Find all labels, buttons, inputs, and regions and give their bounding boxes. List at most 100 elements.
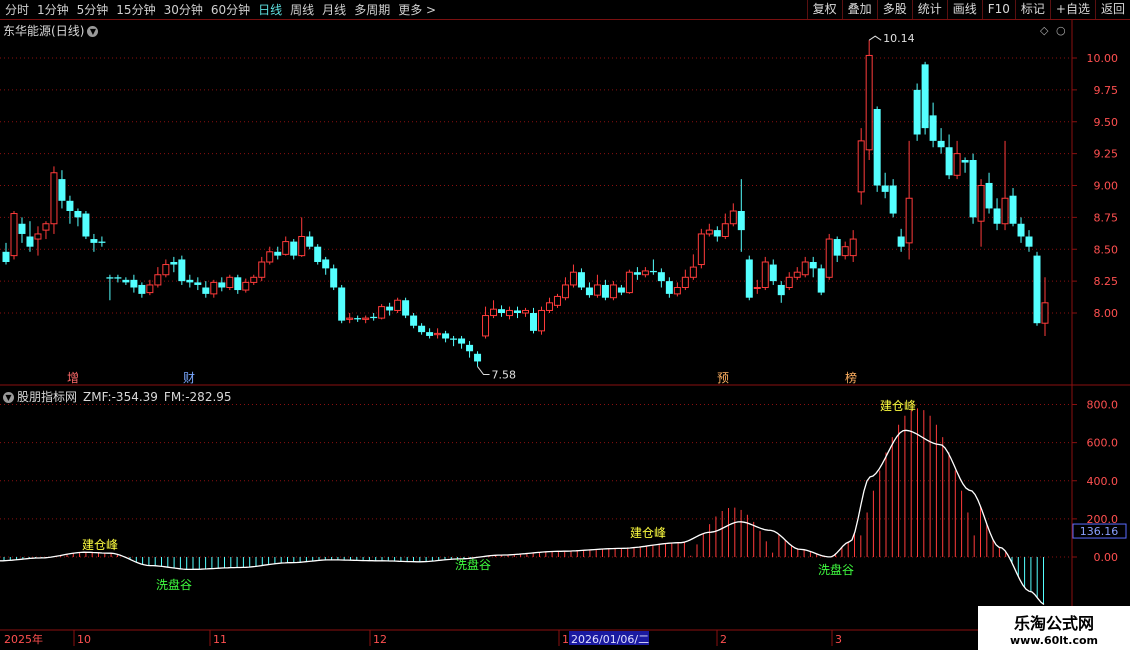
candle-body bbox=[969, 160, 977, 218]
candle-body bbox=[609, 284, 617, 299]
month-label-4: 2 bbox=[720, 633, 727, 646]
kline-chart[interactable]: 10.009.759.509.259.008.758.508.258.0010.… bbox=[0, 0, 1130, 650]
candle-body bbox=[865, 54, 873, 151]
candle-body bbox=[170, 262, 178, 265]
candle-body bbox=[561, 284, 569, 299]
candles-group bbox=[2, 40, 1049, 367]
candle-body bbox=[665, 281, 673, 294]
watermark-line2: www.60lt.com bbox=[1009, 634, 1099, 647]
candle-body bbox=[873, 109, 881, 186]
candle-body bbox=[713, 230, 721, 237]
candle-body bbox=[458, 338, 466, 344]
candle-body bbox=[801, 261, 809, 276]
candle-body bbox=[737, 211, 745, 231]
candle-body bbox=[657, 272, 665, 282]
candle-body bbox=[346, 317, 354, 320]
price-tick-label: 10.00 bbox=[1087, 52, 1119, 65]
candle-body bbox=[418, 325, 426, 333]
month-label-0: 10 bbox=[77, 633, 91, 646]
watermark-logo: 乐淘公式网 www.60lt.com bbox=[978, 606, 1130, 650]
candle-body bbox=[721, 223, 729, 237]
candle-body bbox=[90, 239, 98, 243]
candle-body bbox=[250, 276, 258, 283]
valley-annotation-2: 洗盘谷 bbox=[818, 562, 854, 577]
candle-body bbox=[266, 251, 274, 263]
event-marker-3: 榜 bbox=[845, 370, 857, 385]
candle-body bbox=[442, 333, 450, 339]
candle-body bbox=[705, 229, 713, 235]
diamond-icon: ◇ bbox=[1040, 24, 1049, 37]
candle-body bbox=[825, 238, 833, 278]
candle-body bbox=[322, 259, 330, 269]
candle-body bbox=[593, 284, 601, 296]
candle-body bbox=[50, 172, 58, 225]
candle-body bbox=[625, 271, 633, 294]
candle-body bbox=[178, 259, 186, 282]
candle-body bbox=[482, 315, 490, 337]
candle-body bbox=[921, 64, 929, 129]
month-label-1: 11 bbox=[213, 633, 227, 646]
candle-body bbox=[434, 332, 442, 336]
candle-body bbox=[761, 261, 769, 288]
event-marker-1: 财 bbox=[183, 371, 195, 385]
peak-annotation-0: 建仓峰 bbox=[82, 538, 118, 552]
candle-body bbox=[474, 353, 482, 362]
candle-body bbox=[649, 270, 657, 273]
candle-body bbox=[849, 238, 857, 257]
candle-body bbox=[929, 115, 937, 141]
candle-body bbox=[881, 185, 889, 192]
month-label-2: 12 bbox=[373, 633, 387, 646]
candle-body bbox=[82, 213, 90, 237]
candle-body bbox=[410, 315, 418, 326]
candle-body bbox=[466, 344, 474, 352]
candle-body bbox=[857, 140, 865, 193]
candle-body bbox=[585, 287, 593, 296]
candle-body bbox=[34, 233, 42, 240]
candle-body bbox=[601, 284, 609, 298]
candle-body bbox=[841, 246, 849, 257]
peak-annotation-2: 建仓峰 bbox=[880, 399, 916, 413]
candle-body bbox=[1017, 223, 1025, 237]
circle-icon: ○ bbox=[1056, 24, 1066, 37]
candle-body bbox=[905, 197, 913, 244]
candle-body bbox=[242, 281, 250, 291]
candle-body bbox=[937, 140, 945, 148]
candle-body bbox=[809, 262, 817, 269]
candle-body bbox=[514, 310, 522, 313]
candle-body bbox=[450, 338, 458, 340]
candle-body bbox=[833, 239, 841, 256]
indicator-tick-label: 0.00 bbox=[1094, 551, 1119, 564]
candle-body bbox=[298, 236, 306, 257]
candle-body bbox=[490, 308, 498, 317]
candle-body bbox=[498, 309, 506, 313]
candle-body bbox=[98, 241, 106, 243]
candle-body bbox=[945, 147, 953, 176]
candle-body bbox=[74, 211, 82, 218]
candle-body bbox=[234, 277, 242, 291]
candle-body bbox=[402, 300, 410, 316]
candle-body bbox=[282, 241, 290, 255]
candle-body bbox=[2, 251, 10, 262]
candle-body bbox=[545, 302, 553, 311]
candle-body bbox=[522, 309, 529, 314]
high-pointer bbox=[868, 35, 882, 41]
candle-body bbox=[186, 279, 194, 283]
price-tick-label: 8.25 bbox=[1094, 275, 1119, 288]
candle-body bbox=[577, 272, 585, 288]
candle-body bbox=[777, 284, 785, 296]
candle-body bbox=[194, 282, 202, 285]
candle-body bbox=[226, 276, 234, 288]
candle-body bbox=[529, 313, 537, 331]
candle-body bbox=[146, 284, 154, 294]
candle-body bbox=[314, 246, 322, 262]
candle-body bbox=[569, 271, 577, 286]
candle-body bbox=[961, 160, 969, 163]
month-label-3: 1 bbox=[562, 633, 569, 646]
candle-body bbox=[793, 271, 801, 278]
candle-body bbox=[745, 259, 753, 298]
event-marker-0: 增 bbox=[67, 371, 79, 385]
candle-body bbox=[753, 287, 761, 289]
event-marker-2: 预 bbox=[717, 371, 729, 385]
low-label: 7.58 bbox=[492, 369, 517, 382]
year-label: 2025年 bbox=[4, 632, 43, 646]
